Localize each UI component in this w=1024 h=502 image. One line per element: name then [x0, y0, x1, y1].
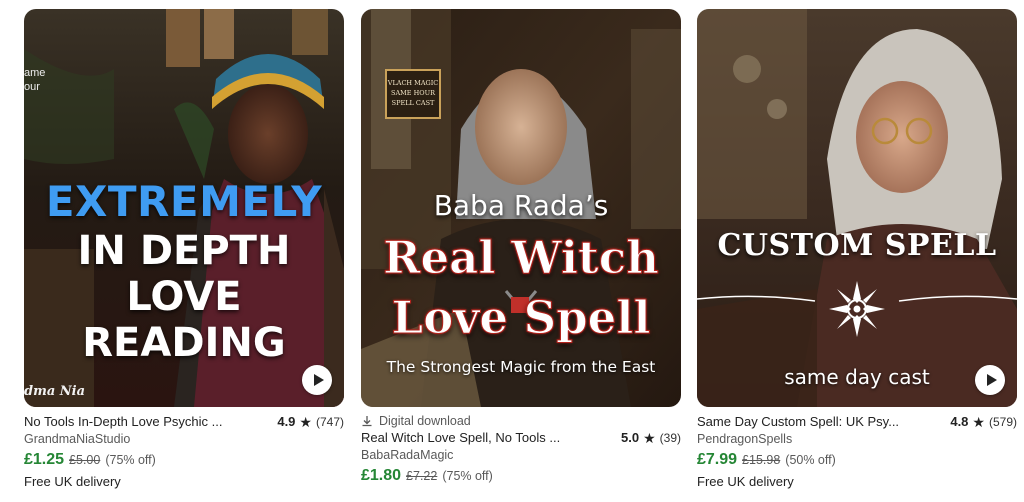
image-subheadline: same day cast [784, 365, 930, 389]
listing-meta: Digital download Real Witch Love Spell, … [361, 414, 681, 485]
rating: 4.9 ★ (747) [277, 414, 344, 429]
sale-price: £1.25 [24, 451, 65, 468]
sigil-divider [697, 281, 1017, 337]
rating-value: 4.9 [277, 414, 296, 429]
badge-line: VLACH MAGIC [387, 79, 439, 87]
play-icon [986, 374, 997, 386]
listing-title[interactable]: Same Day Custom Spell: UK Psy... [697, 414, 899, 429]
play-video-button[interactable] [975, 365, 1005, 395]
review-count: (579) [988, 414, 1017, 429]
price-row: £7.99 £15.98 (50% off) [697, 451, 1017, 469]
delivery-label: Free UK delivery [24, 474, 121, 489]
digital-download-label: Digital download [361, 414, 681, 428]
original-price: £7.22 [406, 469, 438, 483]
rating-value: 5.0 [621, 430, 640, 445]
brand-badge: VLACH MAGIC SAME HOUR SPELL CAST [385, 69, 441, 119]
rating-value: 4.8 [950, 414, 969, 429]
price-row: £1.80 £7.22 (75% off) [361, 467, 681, 485]
image-headline: EXTREMELY [45, 177, 323, 226]
badge-line: SAME HOUR [391, 89, 435, 97]
image-headline: Love Spell [391, 291, 651, 345]
sale-price: £7.99 [697, 451, 738, 468]
sale-price: £1.80 [361, 467, 402, 484]
review-count: (39) [659, 430, 681, 445]
original-price: £15.98 [742, 453, 781, 467]
image-headline: Baba Rada’s [433, 189, 609, 222]
discount-label: (75% off) [105, 453, 156, 467]
listing-meta: Same Day Custom Spell: UK Psy... 4.8 ★ (… [697, 414, 1017, 489]
review-count: (747) [315, 414, 344, 429]
discount-label: (75% off) [442, 469, 493, 483]
badge-line: SPELL CAST [391, 99, 435, 107]
listing-image-1[interactable]: ame our EXTREMELY IN DEPTH LOVE READING … [24, 9, 344, 407]
listing-title[interactable]: Real Witch Love Spell, No Tools ... [361, 430, 560, 445]
rating: 5.0 ★ (39) [621, 430, 681, 445]
image-headline: LOVE [126, 274, 242, 320]
rating: 4.8 ★ (579) [950, 414, 1017, 429]
listing-image-3[interactable]: CUSTOM SPELL same day cast [697, 9, 1017, 407]
image-headline: CUSTOM SPELL [717, 228, 997, 263]
star-icon: ★ [643, 429, 656, 446]
image-edge-text: ame [24, 67, 46, 79]
image-headline: READING [82, 320, 286, 366]
image-headline: Real Witch [383, 231, 660, 285]
image-headline: IN DEPTH [77, 228, 291, 274]
download-icon [362, 416, 372, 427]
play-icon [313, 374, 324, 386]
listing-title[interactable]: No Tools In-Depth Love Psychic ... [24, 414, 222, 429]
listing-meta: No Tools In-Depth Love Psychic ... 4.9 ★… [24, 414, 344, 489]
play-video-button[interactable] [302, 365, 332, 395]
shop-name[interactable]: PendragonSpells [697, 432, 1017, 446]
image-signature: dma Nia [24, 384, 86, 399]
shop-name[interactable]: BabaRadaMagic [361, 448, 681, 462]
price-row: £1.25 £5.00 (75% off) [24, 451, 344, 469]
star-icon: ★ [299, 413, 312, 430]
shop-name[interactable]: GrandmaNiaStudio [24, 432, 344, 446]
listing-image-2[interactable]: VLACH MAGIC SAME HOUR SPELL CAST Baba Ra… [361, 9, 681, 407]
original-price: £5.00 [69, 453, 101, 467]
delivery-label: Free UK delivery [697, 474, 794, 489]
star-icon: ★ [972, 413, 985, 430]
discount-label: (50% off) [785, 453, 836, 467]
digital-download-text: Digital download [379, 414, 471, 428]
image-subheadline: The Strongest Magic from the East [386, 358, 656, 376]
image-edge-text: our [24, 81, 40, 93]
